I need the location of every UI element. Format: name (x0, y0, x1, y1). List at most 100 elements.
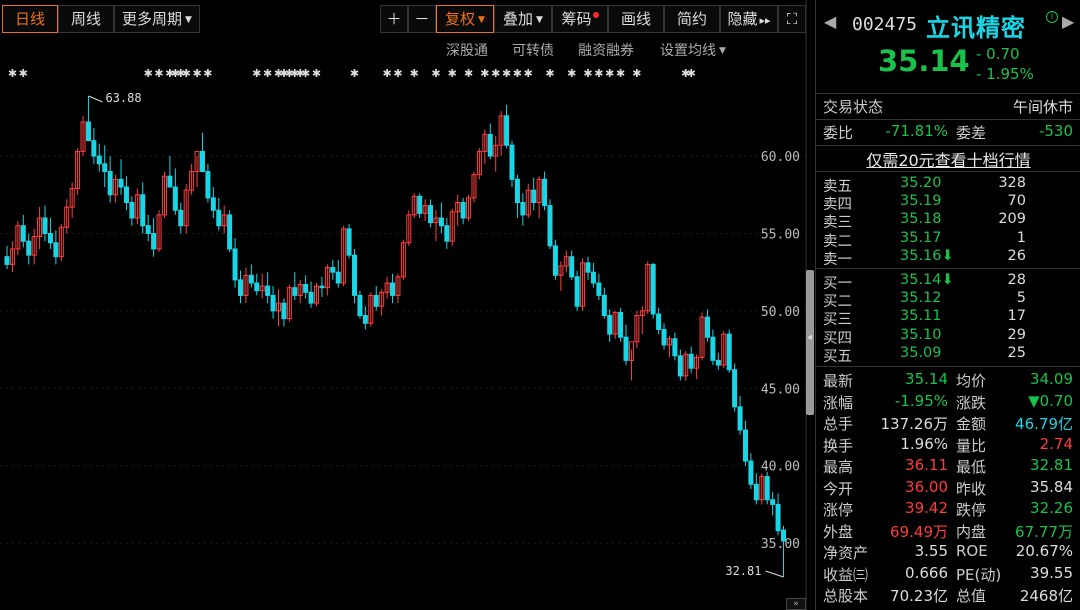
candle-down (232, 248, 238, 281)
stat-label: 今开 (823, 479, 854, 498)
candle-down (107, 171, 113, 196)
ask-level-row: 卖五 35.20 328 (816, 175, 1080, 195)
order-diff-label: 委差 (956, 124, 987, 142)
stat-label: 总值 (956, 587, 987, 605)
candle-down (672, 338, 678, 357)
stat-label: 涨停 (823, 501, 854, 519)
candle-down (335, 271, 341, 284)
next-stock-icon[interactable]: ▶ (1062, 12, 1074, 31)
bid-level-row: 买五 35.09 25 (816, 344, 1080, 365)
event-marker-icon: ✱ (545, 67, 554, 80)
candle-down (346, 228, 352, 256)
candle-down (216, 209, 222, 227)
candle-down (254, 282, 260, 292)
ask-vol: 1 (1016, 229, 1026, 246)
event-marker-icon: ✱ (312, 67, 321, 80)
candle-down (656, 313, 662, 330)
stat-label: 涨幅 (823, 393, 854, 412)
collapse-arrow-icon[interactable]: ◂ (807, 332, 812, 343)
bid-vol: 28 (1007, 272, 1026, 288)
stat-label: 均价 (956, 372, 987, 390)
stat-value: 35.14 (905, 370, 948, 388)
scroll-right-button[interactable]: » (786, 598, 806, 610)
ask-vol: 209 (998, 211, 1026, 228)
stat-row: 最高 36.11 最低 32.81 (816, 456, 1080, 478)
stat-value: 0.666 (905, 563, 948, 582)
candle-down (509, 144, 515, 180)
candle-down (650, 263, 656, 315)
stat-value: 32.81 (1030, 456, 1073, 474)
candle-down (85, 121, 91, 142)
event-marker-icon: ✱ (502, 67, 511, 80)
candle-down (270, 294, 276, 312)
candle-down (704, 316, 710, 338)
ask-price: 35.17 (900, 229, 942, 246)
candle-down (601, 294, 607, 317)
stat-row: 外盘 69.49万 内盘 67.77万 (816, 521, 1080, 543)
bid-vol: 25 (1007, 344, 1026, 361)
candle-down (42, 217, 48, 234)
candle-down (47, 232, 53, 244)
stat-value: 46.79亿 (1015, 415, 1073, 433)
stat-row: 换手 1.96% 量比 2.74 (816, 435, 1080, 457)
stat-value: 36.00 (905, 477, 948, 496)
candle-down (607, 315, 613, 335)
candle-down (677, 355, 683, 377)
last-price: 35.14 (878, 44, 970, 78)
candle-down (292, 287, 298, 296)
candle-down (715, 359, 721, 366)
ask-label: 卖一 (823, 251, 852, 268)
stat-label: 净资产 (823, 544, 869, 562)
candle-down (623, 336, 629, 361)
stat-label: 跌停 (956, 501, 987, 519)
stat-value: 2.74 (1039, 434, 1073, 453)
stat-value: -1.95% (894, 391, 948, 410)
stat-label: 量比 (956, 436, 987, 455)
candle-down (96, 155, 102, 165)
stat-label: 昨收 (956, 479, 987, 498)
event-marker-icon: ✱ (301, 67, 310, 80)
low-label: 32.81 (725, 564, 761, 578)
ask-level-row: 卖二 35.17 1 (816, 229, 1080, 250)
y-tick-label: 50.00 (761, 305, 800, 320)
ask-level-row: 卖三 35.18 209 (816, 211, 1080, 231)
candle-down (20, 225, 26, 242)
candlestick-chart[interactable]: 60.0055.0050.0045.0040.0035.00✱ ✱ ✱ ✱ ✱✱✱✱ ✱ ✱… (0, 0, 808, 610)
stat-label: ROE (956, 542, 988, 560)
divider (816, 119, 1080, 120)
event-marker-icon: ✱ (192, 67, 201, 80)
candle-down (151, 232, 157, 250)
ask-level-row: 卖四 35.19 70 (816, 193, 1080, 213)
prev-stock-icon[interactable]: ◀ (824, 12, 836, 31)
price-change: - 0.70 - 1.95% (976, 44, 1034, 84)
stat-label: PE(动) (956, 565, 1002, 584)
stat-value: 39.55 (1030, 563, 1073, 582)
event-marker-icon: ✱ (350, 67, 359, 80)
stat-value: 2468亿 (1019, 587, 1073, 605)
bid-vol: 5 (1016, 290, 1026, 307)
candle-down (352, 254, 358, 296)
ten-level-quote-link[interactable]: 仅需20元查看十档行情 (816, 147, 1080, 170)
candle-down (531, 189, 537, 204)
bid-vol: 29 (1007, 326, 1026, 343)
candle-down (737, 406, 743, 431)
event-marker-icon: ✱ (464, 67, 473, 80)
candle-down (547, 205, 553, 247)
low-pointer (765, 570, 784, 578)
divider (816, 366, 1080, 367)
candle-down (487, 133, 493, 157)
bid-price: 35.12 (900, 290, 942, 307)
candle-down (390, 282, 396, 296)
event-marker-icon: ✱ (513, 67, 522, 80)
candle-down (753, 483, 759, 501)
candle-down (618, 311, 624, 338)
bid-level-row: 买二 35.12 5 (816, 290, 1080, 310)
ask-price: 35.16⬇ (900, 247, 954, 264)
event-marker-icon: ✱ (252, 67, 261, 80)
bid-vol: 17 (1007, 308, 1026, 325)
stat-row: 总手 137.26万 金额 46.79亿 (816, 413, 1080, 435)
info-icon[interactable]: i (1046, 11, 1058, 23)
chart-panel[interactable]: 日线 周线 更多周期 ▼ ＋ － 复权 ▼ 叠加 ▼ 筹码 画线 简约 隐藏 ▸▸ ⛶ … (0, 0, 814, 610)
event-marker-icon: ✱ (491, 67, 500, 80)
y-tick-label: 60.00 (761, 150, 800, 165)
